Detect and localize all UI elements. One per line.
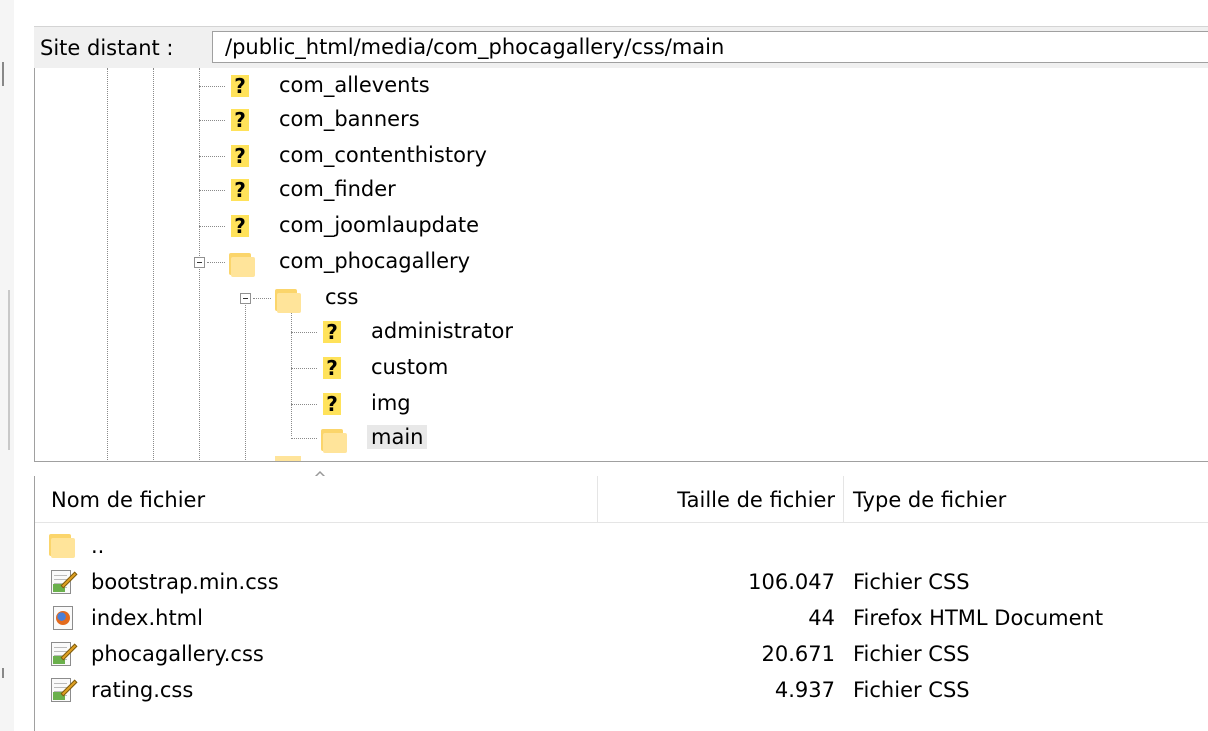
column-header-name[interactable]: Nom de fichier (51, 488, 205, 512)
file-size: 20.671 (761, 642, 835, 666)
tree-item-label: administrator (371, 319, 514, 343)
file-row[interactable]: rating.css 4.937 Fichier CSS (35, 672, 1208, 708)
file-name: .. (91, 534, 105, 558)
folder-unknown-icon: ? (321, 393, 347, 419)
tree-item-label: custom (371, 355, 449, 379)
file-name: rating.css (91, 678, 194, 702)
file-row[interactable]: index.html 44 Firefox HTML Document (35, 600, 1208, 636)
tree-branch (291, 368, 317, 369)
file-row[interactable]: phocagallery.css 20.671 Fichier CSS (35, 636, 1208, 672)
tree-branch (199, 120, 225, 121)
file-type: Fichier CSS (853, 642, 970, 666)
folder-unknown-icon: ? (229, 145, 255, 171)
css-file-icon (49, 568, 78, 596)
tree-branch (199, 86, 225, 87)
column-separator[interactable] (597, 476, 598, 522)
column-header-size[interactable]: Taille de fichier (677, 488, 835, 512)
file-list-header: Nom de fichier Taille de fichier Type de… (35, 476, 1208, 523)
file-row-parent-dir[interactable]: .. (35, 528, 1208, 564)
folder-unknown-icon: ? (229, 75, 255, 101)
tree-item-label: com_banners (279, 107, 420, 131)
remote-path-input[interactable]: /public_html/media/com_phocagallery/css/… (212, 31, 1208, 63)
remote-directory-tree[interactable]: ? com_allevents ? com_banners ? com_cont… (34, 68, 1208, 462)
tree-item-label: com_finder (279, 177, 396, 201)
folder-icon (275, 287, 301, 313)
column-header-type[interactable]: Type de fichier (853, 488, 1006, 512)
file-size: 106.047 (748, 570, 835, 594)
collapse-toggle[interactable] (240, 293, 251, 304)
folder-unknown-icon: ? (229, 109, 255, 135)
folder-unknown-icon: ? (229, 215, 255, 241)
tree-item-label: com_phocagallery (279, 249, 471, 273)
tree-guide-line (153, 68, 154, 461)
tree-item-label: main (367, 425, 428, 449)
file-name: bootstrap.min.css (91, 570, 279, 594)
tree-branch (207, 262, 225, 263)
file-name: phocagallery.css (91, 642, 264, 666)
file-type: Fichier CSS (853, 678, 970, 702)
tree-item-label: img (371, 391, 411, 415)
remote-path-value: /public_html/media/com_phocagallery/css/… (225, 35, 725, 59)
tree-item-label: com_contenthistory (279, 143, 487, 167)
css-file-icon (49, 676, 78, 704)
tree-branch (291, 332, 317, 333)
tree-guide-line (107, 68, 108, 461)
folder-unknown-icon: ? (229, 179, 255, 205)
edge-mark (2, 668, 4, 678)
file-type: Firefox HTML Document (853, 606, 1104, 630)
tree-branch (199, 190, 225, 191)
file-size: 4.937 (774, 678, 835, 702)
tree-branch (253, 298, 271, 299)
column-separator[interactable] (843, 476, 844, 522)
folder-icon (275, 456, 301, 461)
tree-branch (291, 438, 317, 439)
firefox-html-icon (49, 604, 77, 632)
collapse-toggle[interactable] (194, 257, 205, 268)
folder-unknown-icon: ? (321, 357, 347, 383)
left-window-edge (0, 0, 14, 731)
edge-scroll-mark (8, 290, 10, 450)
remote-path-bar: Site distant : /public_html/media/com_ph… (34, 26, 1208, 69)
tree-guide-line (245, 294, 246, 461)
file-size: 44 (808, 606, 835, 630)
css-file-icon (49, 640, 78, 668)
tree-item-label: com_allevents (279, 73, 430, 97)
folder-icon (229, 251, 255, 277)
remote-site-label: Site distant : (40, 36, 174, 60)
tree-branch (199, 156, 225, 157)
file-name: index.html (91, 606, 203, 630)
tree-item-label: css (325, 285, 359, 309)
folder-icon (49, 532, 75, 558)
edge-mark (2, 62, 4, 86)
tree-guide-line (291, 308, 292, 436)
folder-unknown-icon: ? (321, 321, 347, 347)
file-row[interactable]: bootstrap.min.css 106.047 Fichier CSS (35, 564, 1208, 600)
folder-icon (321, 427, 347, 453)
tree-branch (291, 404, 317, 405)
file-type: Fichier CSS (853, 570, 970, 594)
remote-file-list[interactable]: Nom de fichier Taille de fichier Type de… (34, 476, 1208, 731)
tree-item-label: com_joomlaupdate (279, 213, 480, 237)
tree-branch (199, 226, 225, 227)
